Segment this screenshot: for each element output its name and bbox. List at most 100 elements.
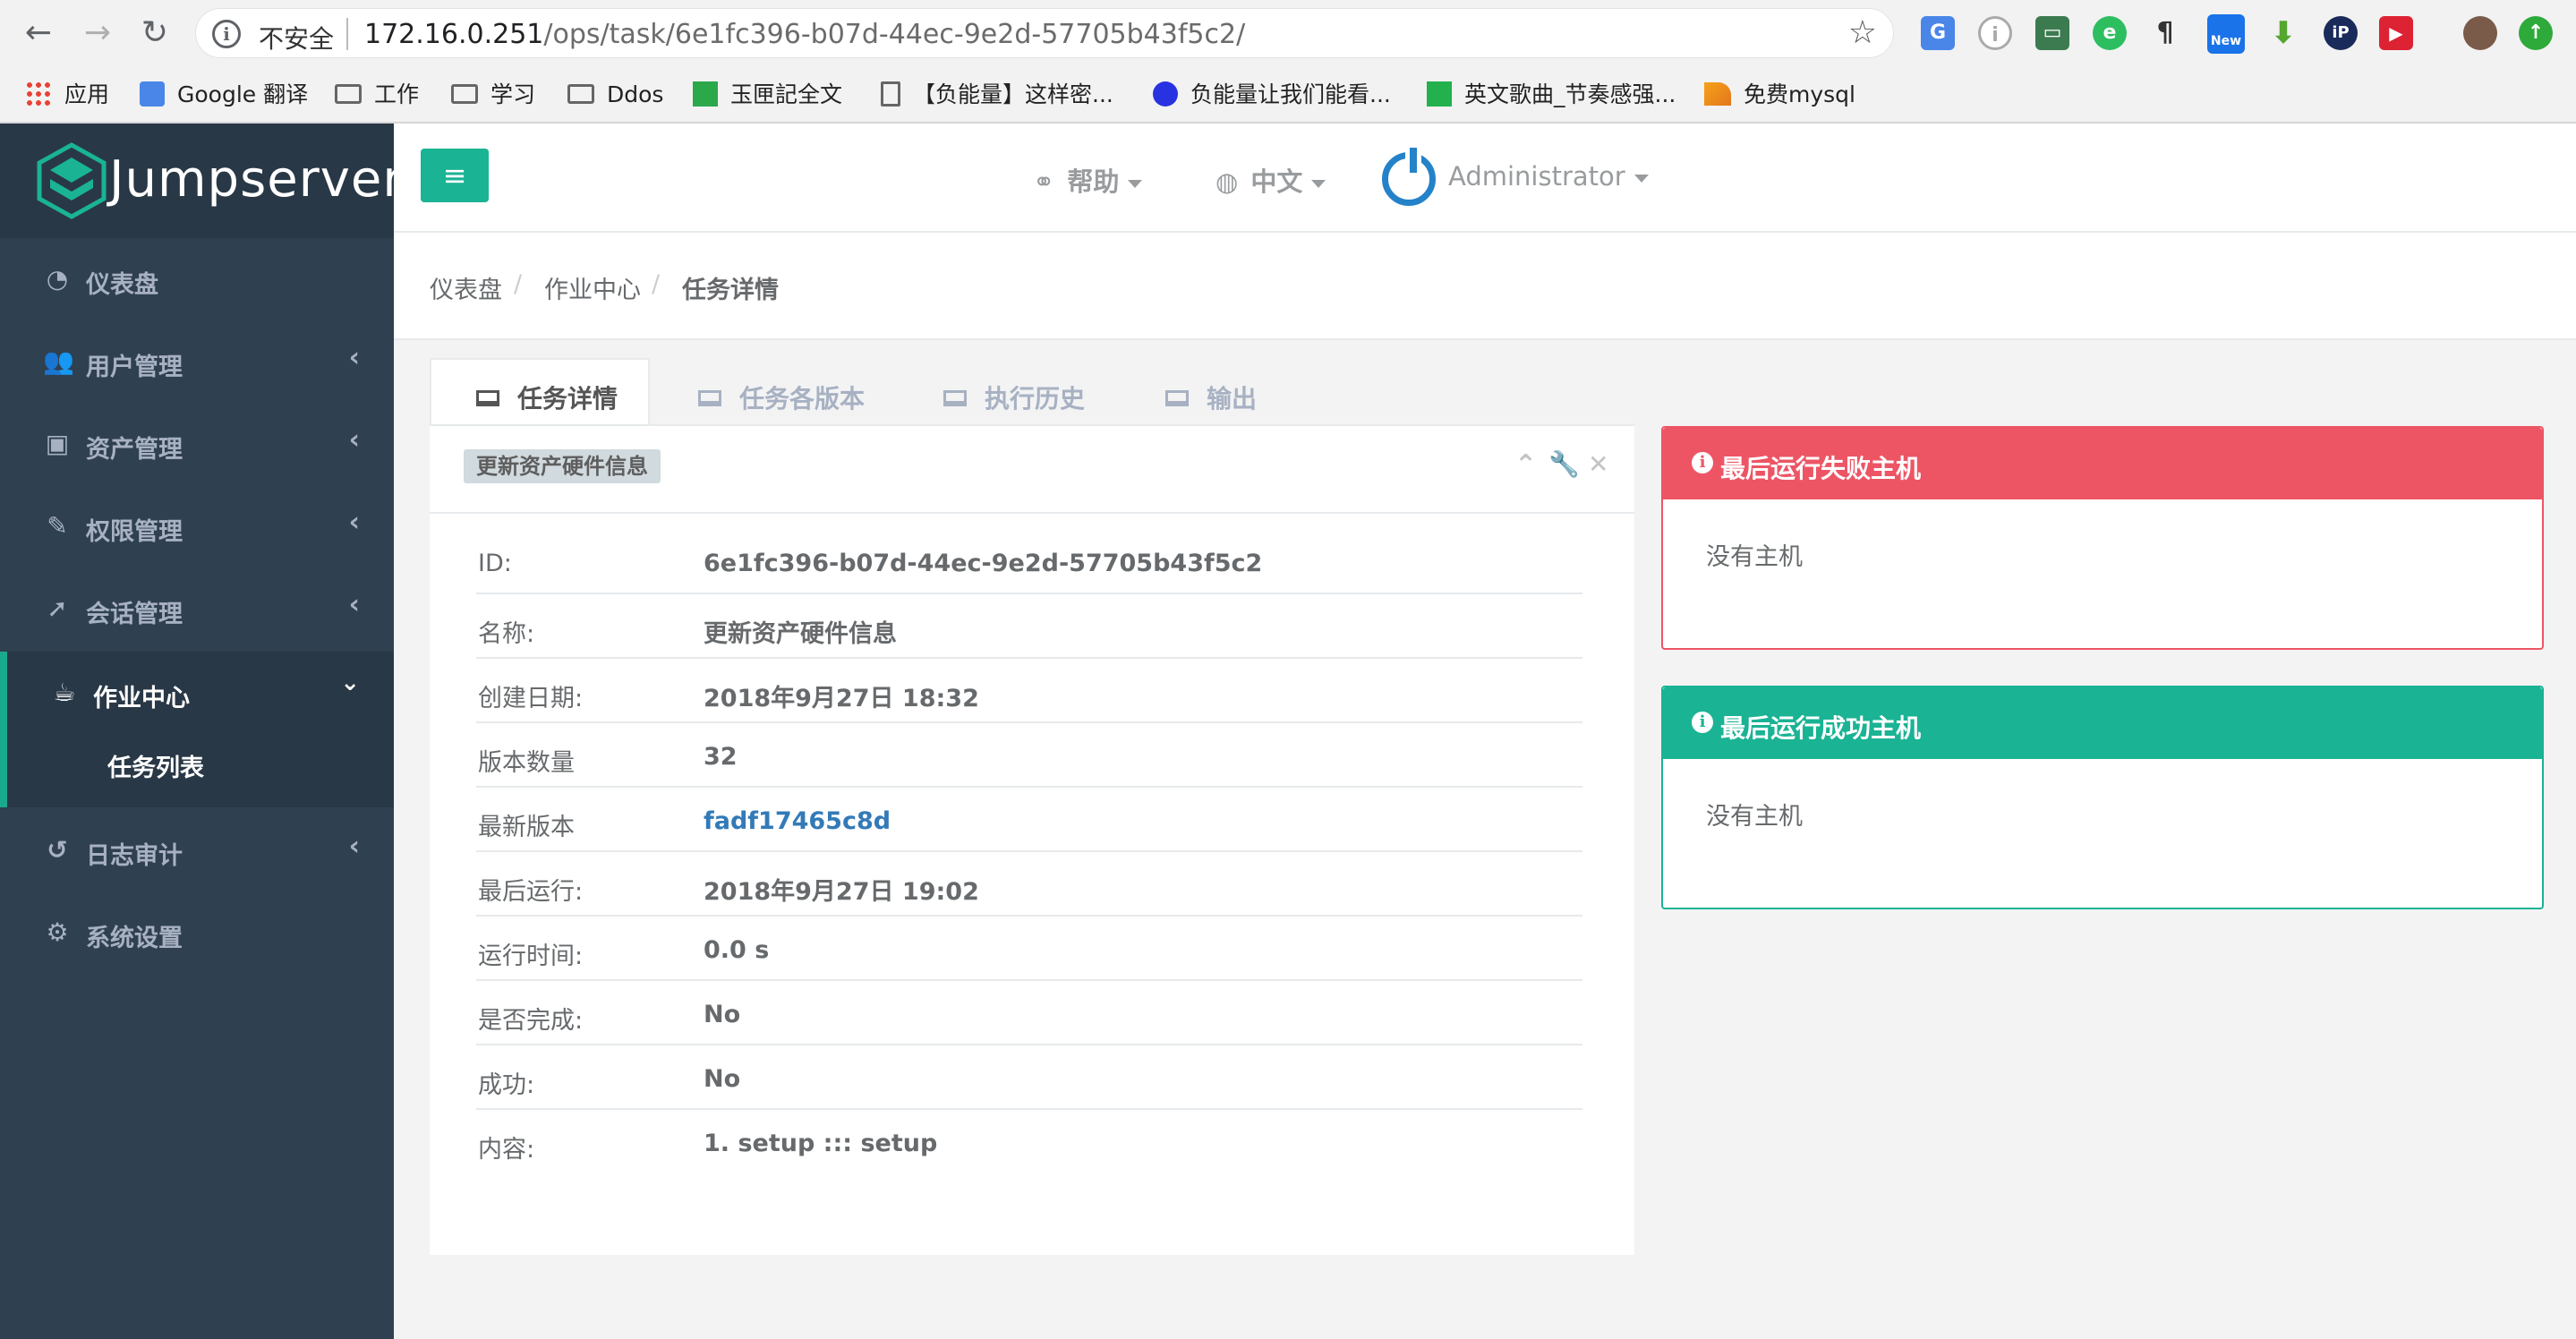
info-circle-icon: i — [1692, 452, 1713, 473]
bookmark-label: 免费mysql — [1744, 81, 1855, 107]
bookmark-label: 学习 — [490, 81, 536, 107]
users-icon: 👥 — [43, 346, 74, 376]
inbox-icon: ▣ — [45, 429, 70, 458]
sidebar-item-sessions[interactable]: ➚ 会话管理 ‹ — [0, 567, 394, 650]
breadcrumb-dashboard[interactable]: 仪表盘 — [430, 270, 502, 305]
document-icon — [881, 81, 900, 107]
url-text[interactable]: 172.16.0.251/ops/task/6e1fc396-b07d-44ec… — [364, 19, 1245, 50]
tab-run-history[interactable]: 执行历史 — [943, 358, 1085, 426]
row-value: 0.0 s — [704, 936, 770, 964]
site-icon — [1427, 81, 1452, 107]
row-label: 是否完成: — [478, 1007, 584, 1035]
bookmark-google-translate[interactable]: Google 翻译 — [140, 79, 308, 111]
back-icon[interactable]: ← — [18, 13, 59, 54]
new-badge: New — [2210, 34, 2242, 48]
address-bar[interactable]: i 不安全 172.16.0.251/ops/task/6e1fc396-b07… — [195, 8, 1894, 58]
gears-icon: ⚙ — [46, 917, 69, 947]
row-label: 内容: — [478, 1136, 535, 1164]
tab-task-versions[interactable]: 任务各版本 — [698, 358, 865, 426]
bookmark-folder-study[interactable]: 学习 — [451, 79, 535, 111]
update-icon[interactable]: ↑ — [2519, 16, 2553, 50]
bookmark-yuxia[interactable]: 玉匣記全文 — [693, 79, 842, 111]
laptop-icon — [1165, 390, 1189, 406]
sidebar-item-users[interactable]: 👥 用户管理 ‹ — [0, 320, 394, 403]
phpmyadmin-icon — [1704, 82, 1731, 106]
language-dropdown[interactable]: ◍ 中文 — [1215, 161, 1326, 199]
table-row: ID: 6e1fc396-b07d-44ec-9e2d-57705b43f5c2 — [476, 530, 1582, 594]
sidebar-item-audit-logs[interactable]: ↺ 日志审计 ‹ — [0, 809, 394, 891]
row-value: 更新资产硬件信息 — [704, 620, 897, 648]
bookmark-english-songs[interactable]: 英文歌曲_节奏感强... — [1427, 79, 1676, 111]
chevron-left-icon: ‹ — [348, 342, 360, 373]
sidebar-item-label: 会话管理 — [86, 601, 183, 628]
info-ext-icon[interactable]: i — [1978, 16, 2012, 50]
ip-ext-icon[interactable]: iP — [2324, 16, 2358, 50]
hamburger-icon: ≡ — [442, 158, 467, 192]
sidebar-item-dashboard[interactable]: ◔ 仪表盘 — [0, 238, 394, 320]
caret-down-icon — [1633, 174, 1649, 183]
bookmark-label: 【负能量】这样密... — [913, 81, 1113, 107]
failed-hosts-panel: i 最后运行失败主机 没有主机 — [1661, 426, 2544, 650]
sidebar-item-label: 仪表盘 — [86, 271, 158, 299]
table-row: 版本数量 32 — [476, 723, 1582, 788]
breadcrumb-separator: / — [652, 270, 661, 298]
row-value: No — [704, 1001, 741, 1028]
bookmark-label: 应用 — [64, 81, 110, 107]
row-label: 版本数量 — [478, 749, 575, 777]
collapse-icon[interactable]: ⌃ — [1514, 449, 1537, 481]
translate-icon — [140, 81, 165, 107]
forward-icon[interactable]: → — [77, 13, 118, 54]
breadcrumb-task-detail: 任务详情 — [682, 277, 779, 304]
breadcrumb-ops[interactable]: 作业中心 — [544, 270, 641, 305]
row-value: 1. setup ::: setup — [704, 1130, 938, 1157]
bookmark-negative-energy-1[interactable]: 【负能量】这样密... — [881, 79, 1113, 111]
logo[interactable]: Jumpserver — [0, 124, 403, 238]
tab-task-detail[interactable]: 任务详情 — [430, 358, 650, 426]
menu-toggle-button[interactable]: ≡ — [421, 149, 489, 202]
chevron-left-icon: ‹ — [348, 507, 360, 538]
coffee-icon: ☕ — [53, 678, 76, 707]
sidebar-item-settings[interactable]: ⚙ 系统设置 — [0, 891, 394, 974]
sidebar-subitem-task-list[interactable]: 任务列表 — [107, 748, 204, 783]
user-dropdown[interactable]: Administrator — [1448, 161, 1649, 192]
monitor-ext-icon[interactable]: ▭ — [2035, 16, 2069, 50]
reload-icon[interactable]: ↻ — [134, 13, 175, 54]
top-navbar: ≡ ⚭ 帮助 ◍ 中文 Administrator — [394, 124, 2576, 233]
row-value: 32 — [704, 743, 738, 771]
latest-version-link[interactable]: fadf17465c8d — [704, 807, 891, 835]
info-icon[interactable]: i — [212, 20, 241, 48]
failed-hosts-title: 最后运行失败主机 — [1720, 454, 1922, 483]
insecure-label: 不安全 — [259, 24, 335, 54]
close-icon[interactable]: ✕ — [1588, 449, 1608, 479]
video-ext-icon[interactable]: ▶ — [2379, 16, 2413, 50]
sidebar-item-permissions[interactable]: ✎ 权限管理 ‹ — [0, 485, 394, 567]
bookmark-folder-ddos[interactable]: Ddos — [567, 79, 663, 111]
sidebar-item-ops[interactable]: ☕ 作业中心 ⌄ 任务列表 — [0, 652, 394, 807]
folder-icon — [451, 84, 478, 104]
translate-ext-icon[interactable]: G — [1921, 16, 1955, 50]
bookmark-free-mysql[interactable]: 免费mysql — [1704, 79, 1855, 111]
evernote-ext-icon[interactable]: e — [2093, 16, 2127, 50]
bookmark-negative-energy-2[interactable]: 负能量让我们能看... — [1153, 79, 1391, 111]
download-ext-icon[interactable]: ⬇ — [2266, 16, 2300, 50]
table-row: 最后运行: 2018年9月27日 19:02 — [476, 852, 1582, 917]
language-label: 中文 — [1250, 166, 1303, 197]
bookmark-label: Google 翻译 — [177, 81, 309, 107]
jumpserver-logo-icon — [37, 142, 107, 219]
tab-output[interactable]: 输出 — [1165, 358, 1257, 426]
help-dropdown[interactable]: ⚭ 帮助 — [1033, 161, 1143, 199]
bookmark-apps[interactable]: 应用 — [25, 79, 109, 111]
bookmark-star-icon[interactable]: ☆ — [1848, 14, 1877, 51]
paragraph-ext-icon[interactable]: ¶ — [2148, 16, 2182, 50]
new-ext-icon[interactable]: New — [2207, 14, 2245, 54]
bookmark-label: 玉匣記全文 — [730, 81, 843, 107]
profile-avatar[interactable] — [2463, 16, 2497, 50]
table-row: 运行时间: 0.0 s — [476, 917, 1582, 981]
wrench-icon[interactable]: 🔧 — [1548, 449, 1580, 479]
laptop-icon — [943, 390, 967, 406]
table-row: 是否完成: No — [476, 981, 1582, 1045]
power-avatar-icon[interactable] — [1382, 148, 1436, 206]
success-hosts-empty-text: 没有主机 — [1706, 803, 1803, 831]
bookmark-folder-work[interactable]: 工作 — [335, 79, 419, 111]
sidebar-item-assets[interactable]: ▣ 资产管理 ‹ — [0, 403, 394, 485]
